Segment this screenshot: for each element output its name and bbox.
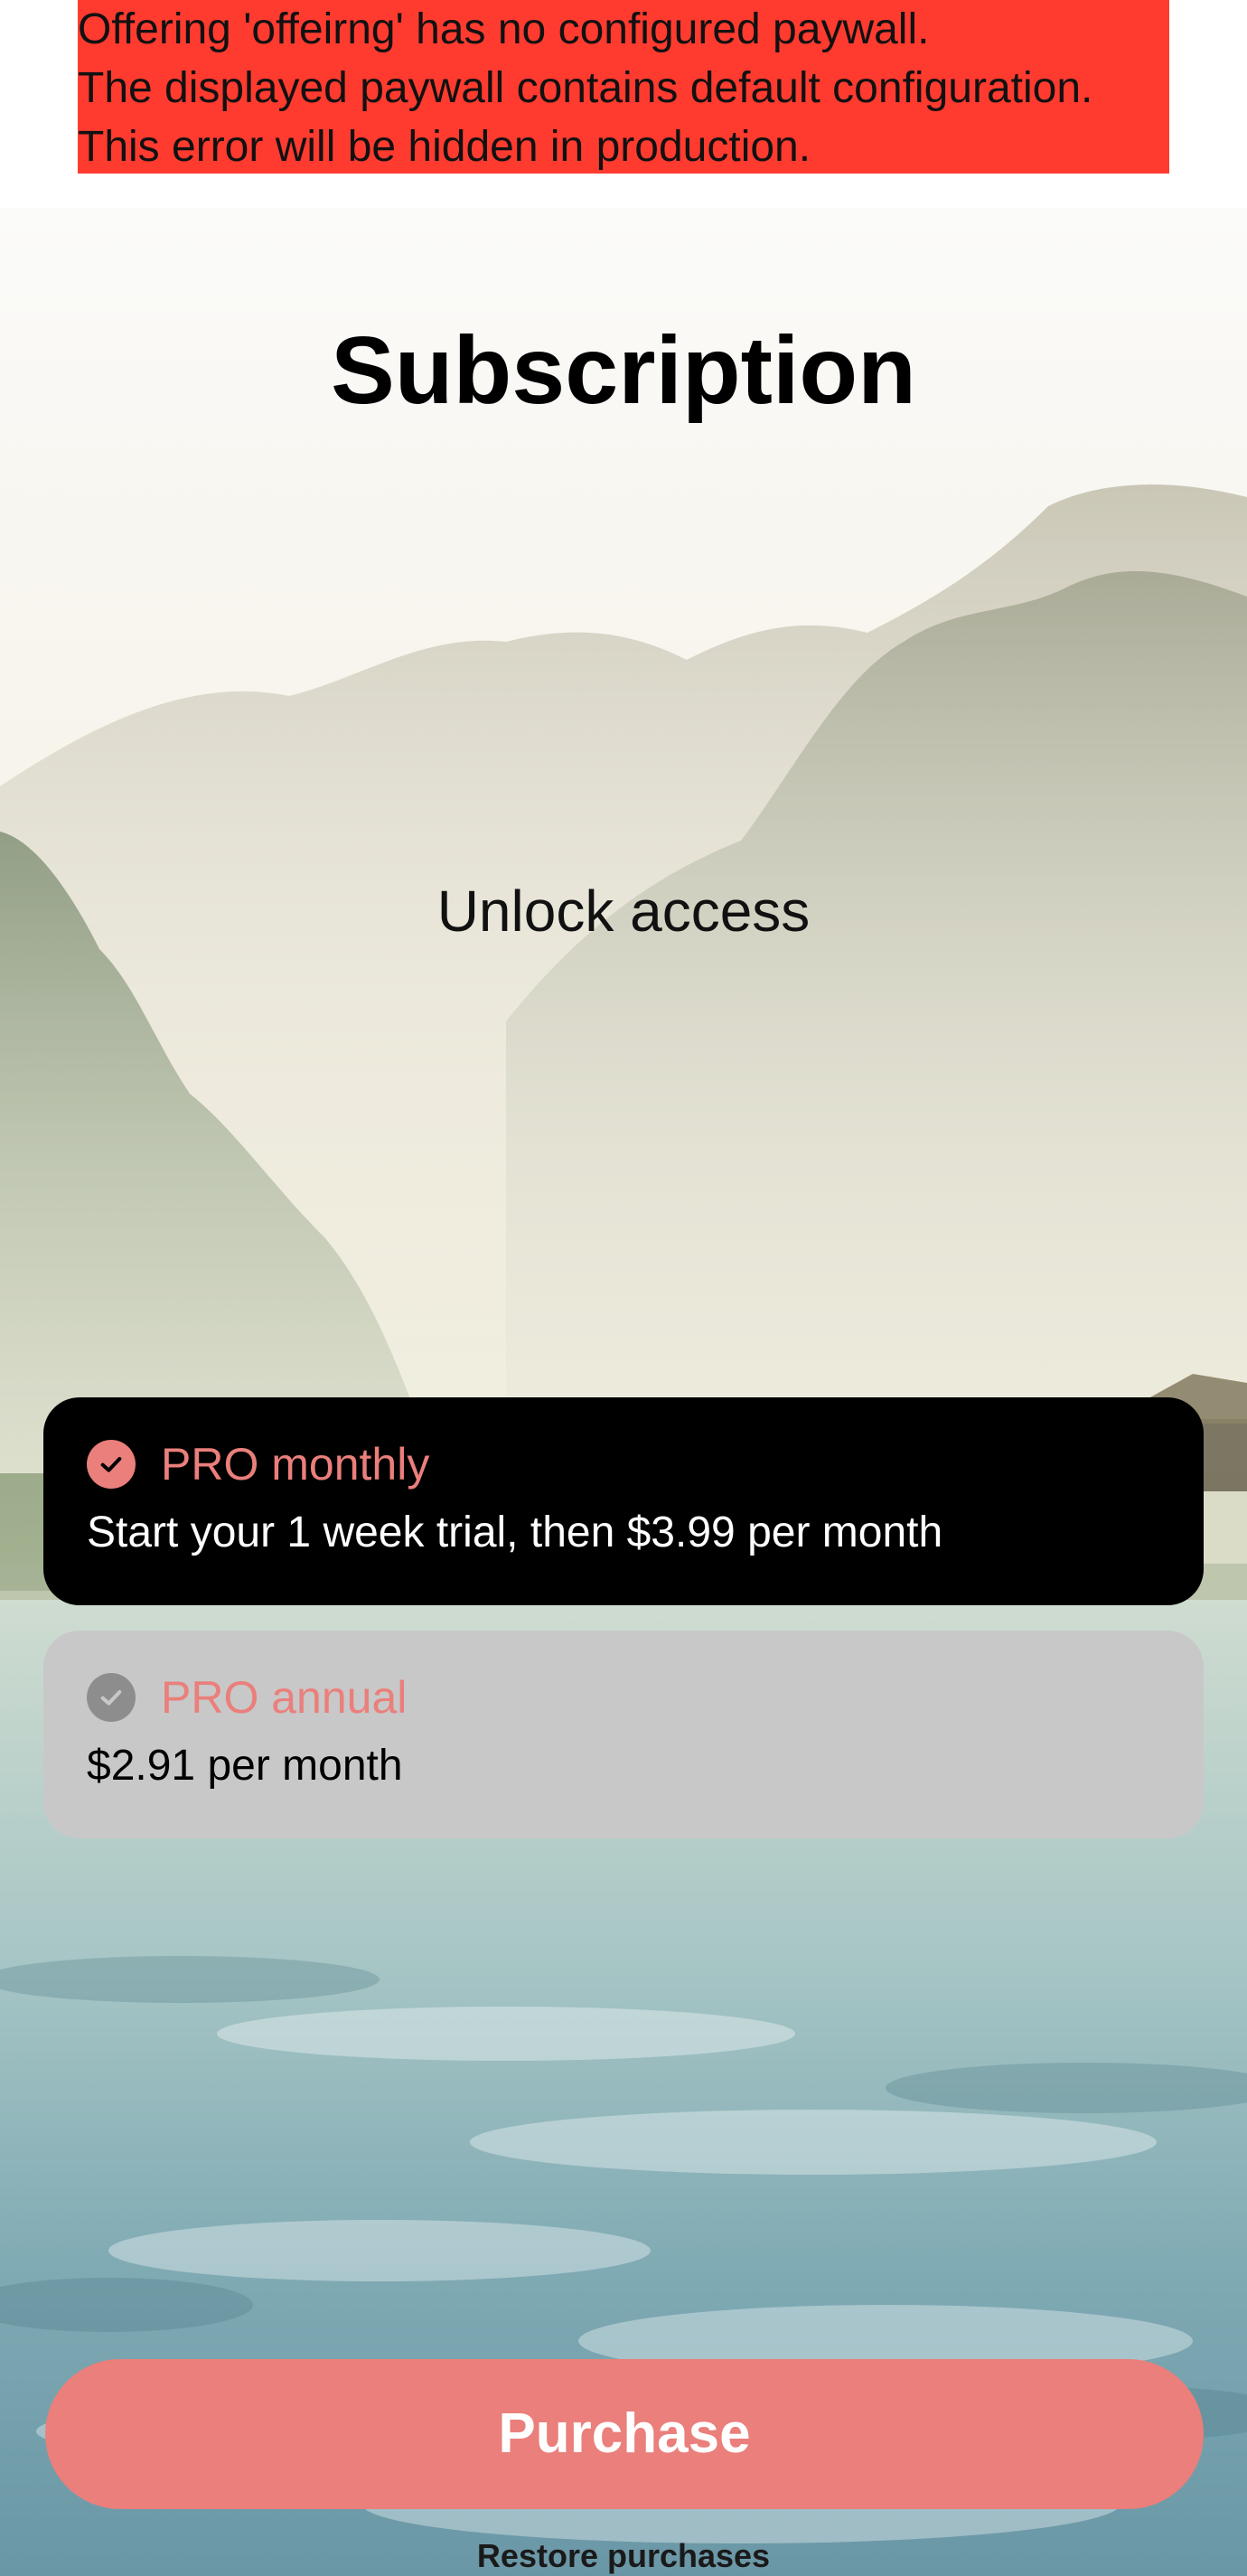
checkmark-circle-icon [87, 1440, 136, 1489]
product-header: PRO annual [87, 1670, 1160, 1725]
product-header: PRO monthly [87, 1437, 1160, 1491]
error-line-2: The displayed paywall contains default c… [78, 64, 1093, 112]
restore-purchases-link[interactable]: Restore purchases [0, 2536, 1247, 2576]
misty-lake-landscape-image [0, 208, 1247, 2576]
background-landscape-image [0, 208, 1247, 2576]
product-name: PRO monthly [161, 1439, 430, 1490]
product-name: PRO annual [161, 1672, 408, 1723]
paywall-screen: Offering 'offeirng' has no configured pa… [0, 0, 1247, 2576]
product-description: $2.91 per month [87, 1742, 403, 1790]
error-line-3: This error will be hidden in production. [78, 123, 811, 171]
page-title: Subscription [331, 317, 916, 424]
error-line-1: Offering 'offeirng' has no configured pa… [78, 5, 930, 53]
purchase-button[interactable]: Purchase [45, 2359, 1204, 2509]
checkmark-circle-icon [87, 1673, 136, 1722]
product-description: Start your 1 week trial, then $3.99 per … [87, 1509, 943, 1556]
paywall-error-banner: Offering 'offeirng' has no configured pa… [78, 0, 1169, 174]
unlock-access-subtitle: Unlock access [436, 879, 811, 944]
product-option-monthly[interactable]: PRO monthly Start your 1 week trial, the… [43, 1397, 1204, 1605]
product-option-annual[interactable]: PRO annual $2.91 per month [43, 1631, 1204, 1838]
